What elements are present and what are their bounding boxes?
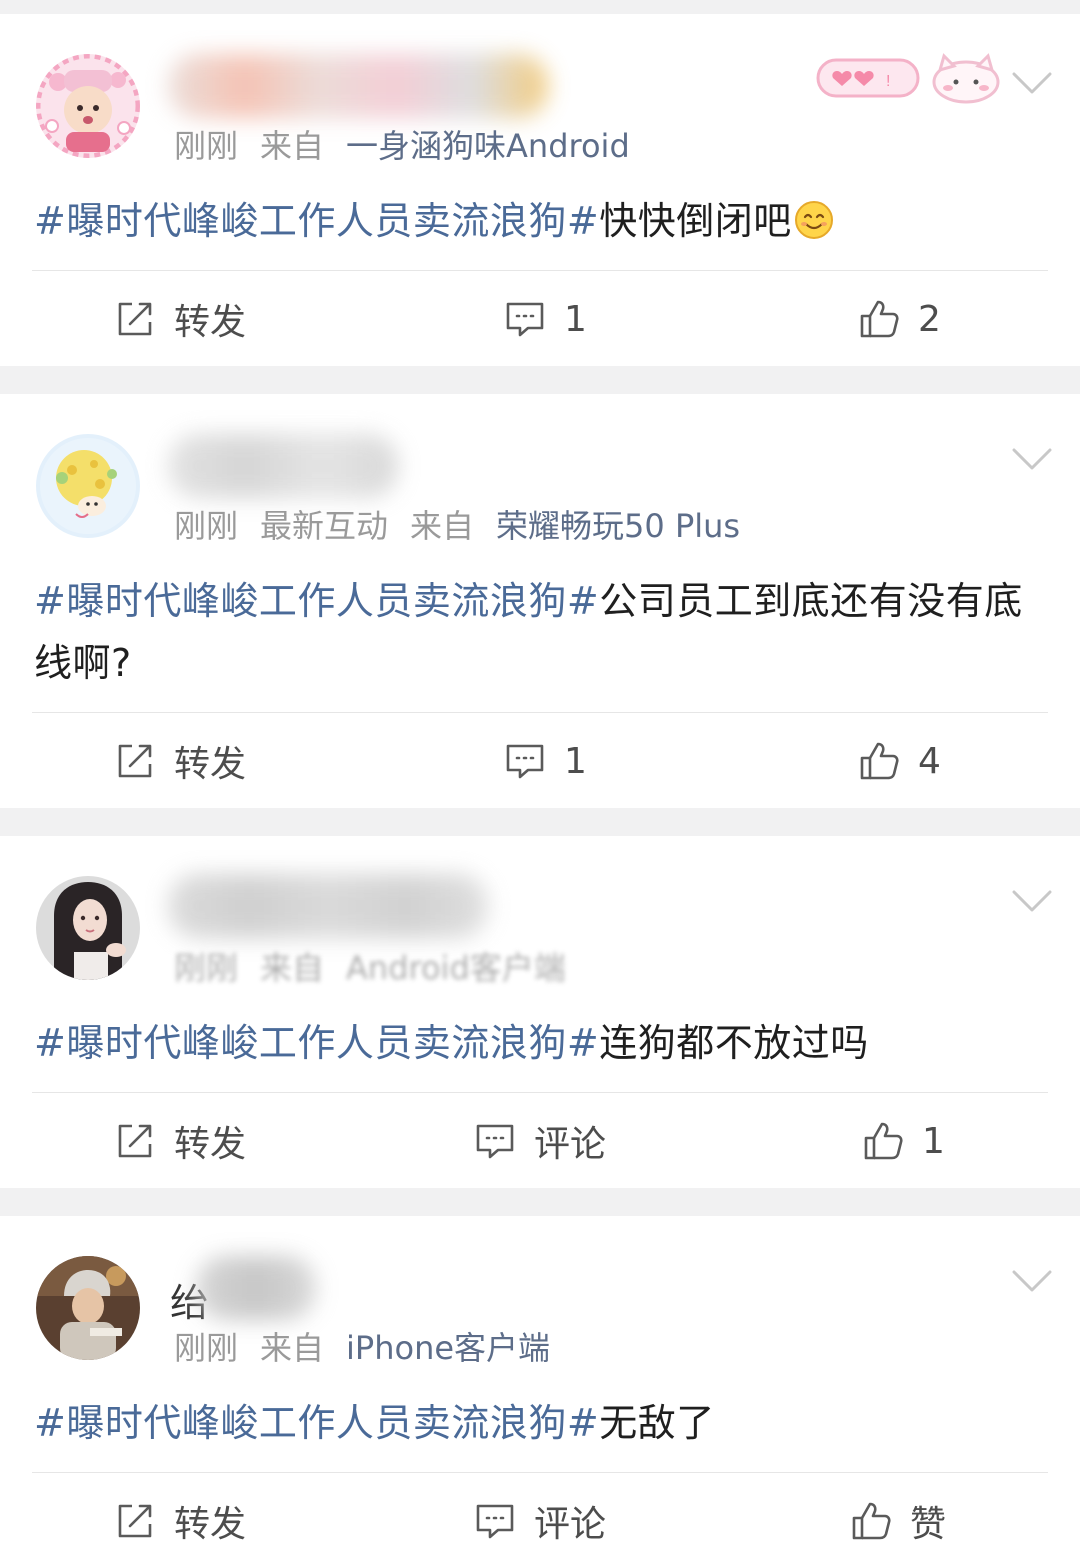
comment-bubble-icon (504, 740, 546, 782)
comment-bubble-icon (474, 1500, 516, 1542)
post-source[interactable]: iPhone客户端 (346, 1329, 550, 1367)
post-content: #曝时代峰峻工作人员卖流浪狗#连狗都不放过吗 (34, 1012, 1034, 1074)
action-bar: 转发 评论 1 (0, 1092, 1080, 1190)
repost-button[interactable]: 转发 (114, 1092, 246, 1190)
chevron-down-icon[interactable] (1010, 1266, 1054, 1296)
post-content: #曝时代峰峻工作人员卖流浪狗#无敌了 (34, 1392, 1034, 1454)
from-label: 来自 (260, 1329, 325, 1367)
comment-label: 评论 (534, 1504, 607, 1545)
repost-edit-icon (114, 1120, 156, 1162)
comment-button[interactable]: 1 (504, 712, 587, 810)
avatar[interactable] (36, 54, 140, 158)
repost-button[interactable]: 转发 (114, 712, 246, 810)
action-bar: 转发 评论 赞 (0, 1472, 1080, 1556)
like-button[interactable]: 1 (862, 1092, 945, 1190)
avatar[interactable] (36, 876, 140, 980)
svg-text:!: ! (886, 73, 890, 90)
action-bar: 转发 1 2 (0, 270, 1080, 368)
repost-label: 转发 (174, 1504, 247, 1545)
comment-count: 1 (564, 740, 587, 782)
avatar[interactable] (36, 434, 140, 538)
thumbs-up-icon (858, 740, 900, 782)
thumbs-up-icon (862, 1120, 904, 1162)
post-text: 无敌了 (599, 1401, 715, 1445)
hashtag-link[interactable]: #曝时代峰峻工作人员卖流浪狗# (34, 1021, 599, 1065)
post-source[interactable]: 一身涵狗味Android (346, 127, 630, 165)
post-card[interactable]: 刚刚 最新互动 来自 荣耀畅玩50 Plus #曝时代峰峻工作人员卖流浪狗#公司员工到… (0, 394, 1080, 808)
post-meta: 刚刚 最新互动 来自 荣耀畅玩50 Plus (174, 506, 740, 546)
interaction-tag: 最新互动 (260, 507, 389, 545)
post-text: 快快倒闭吧 (599, 199, 792, 243)
avatar[interactable] (36, 1256, 140, 1360)
hashtag-link[interactable]: #曝时代峰峻工作人员卖流浪狗# (34, 199, 599, 243)
post-meta: 刚刚 来自 一身涵狗味Android (174, 126, 630, 166)
post-card[interactable]: 绐 刚刚 来自 iPhone客户端 #曝时代峰峻工作人员卖流浪狗#无敌了 转发 评论… (0, 1216, 1080, 1556)
post-text: 连狗都不放过吗 (599, 1021, 869, 1065)
post-card[interactable]: ! 刚刚 来自 一身涵狗味Android #曝时代峰峻工作人员卖流浪狗#快快倒闭吧 (0, 14, 1080, 366)
post-time: 刚刚 (174, 1329, 239, 1367)
repost-button[interactable]: 转发 (114, 1472, 246, 1556)
repost-edit-icon (114, 298, 156, 340)
post-source[interactable]: 荣耀畅玩50 Plus (496, 507, 740, 545)
like-count: 4 (918, 740, 941, 782)
repost-edit-icon (114, 1500, 156, 1542)
hashtag-link[interactable]: #曝时代峰峻工作人员卖流浪狗# (34, 579, 599, 623)
repost-button[interactable]: 转发 (114, 270, 246, 368)
post-source[interactable]: Android客户端 (346, 949, 566, 987)
avatar-image (36, 434, 140, 538)
repost-label: 转发 (174, 302, 247, 343)
like-button[interactable]: 赞 (850, 1472, 946, 1556)
username-blurred[interactable] (168, 54, 548, 118)
chevron-down-icon[interactable] (1010, 68, 1054, 98)
action-bar: 转发 1 4 (0, 712, 1080, 810)
like-button[interactable]: 2 (858, 270, 941, 368)
post-content: #曝时代峰峻工作人员卖流浪狗#公司员工到底还有没有底线啊? (34, 570, 1034, 694)
username-blurred[interactable] (196, 1256, 316, 1320)
avatar-image (36, 54, 140, 158)
chevron-down-icon[interactable] (1010, 444, 1054, 474)
from-label: 来自 (260, 127, 325, 165)
chevron-down-icon[interactable] (1010, 886, 1054, 916)
post-content: #曝时代峰峻工作人员卖流浪狗#快快倒闭吧 (34, 190, 1034, 252)
repost-edit-icon (114, 740, 156, 782)
from-label: 来自 (260, 949, 325, 987)
avatar-image (36, 876, 140, 980)
comment-button[interactable]: 1 (504, 270, 587, 368)
username-blurred[interactable] (168, 874, 488, 938)
comment-button[interactable]: 评论 (474, 1472, 606, 1556)
comment-button[interactable]: 评论 (474, 1092, 606, 1190)
fan-badges: ! (816, 48, 1002, 106)
comment-count: 1 (564, 298, 587, 340)
like-count: 1 (922, 1120, 945, 1162)
comment-bubble-icon (504, 298, 546, 340)
comment-label: 评论 (534, 1124, 607, 1165)
like-button[interactable]: 4 (858, 712, 941, 810)
repost-label: 转发 (174, 1124, 247, 1165)
comment-bubble-icon (474, 1120, 516, 1162)
username-blurred[interactable] (168, 434, 398, 498)
post-time: 刚刚 (174, 949, 239, 987)
post-time: 刚刚 (174, 507, 239, 545)
thumbs-up-icon (850, 1500, 892, 1542)
thumbs-up-icon (858, 298, 900, 340)
post-card[interactable]: 刚刚 来自 Android客户端 #曝时代峰峻工作人员卖流浪狗#连狗都不放过吗 转发… (0, 836, 1080, 1188)
like-count: 2 (918, 298, 941, 340)
from-label: 来自 (410, 507, 475, 545)
smile-emoji-icon (794, 200, 834, 240)
weibo-comment-feed: ! 刚刚 来自 一身涵狗味Android #曝时代峰峻工作人员卖流浪狗#快快倒闭吧 (0, 0, 1080, 1556)
avatar-image (36, 1256, 140, 1360)
repost-label: 转发 (174, 744, 247, 785)
like-label: 赞 (910, 1504, 947, 1545)
post-meta: 刚刚 来自 Android客户端 (174, 948, 566, 988)
hashtag-link[interactable]: #曝时代峰峻工作人员卖流浪狗# (34, 1401, 599, 1445)
post-meta: 刚刚 来自 iPhone客户端 (174, 1328, 550, 1368)
post-time: 刚刚 (174, 127, 239, 165)
